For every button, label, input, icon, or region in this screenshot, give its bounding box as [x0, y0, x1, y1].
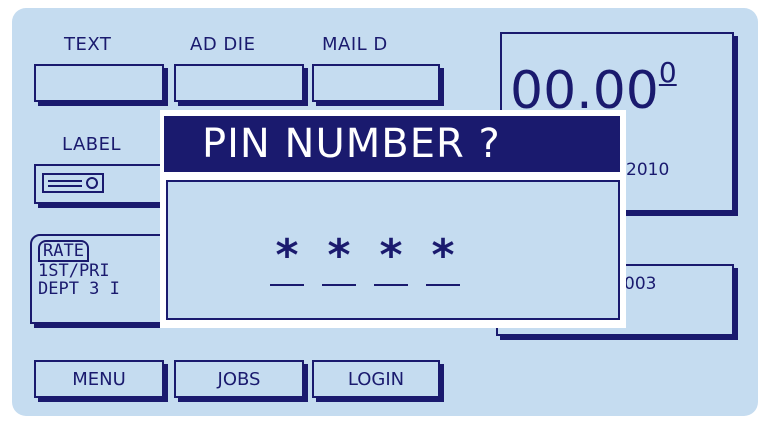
- postage-date: 2010: [626, 160, 670, 180]
- pin-underline: [270, 284, 304, 286]
- menu-button[interactable]: MENU: [34, 360, 164, 398]
- softkey-mail-d-label: MAIL D: [322, 34, 388, 55]
- pin-mask-char: *: [327, 230, 351, 281]
- pin-digits: * * * *: [270, 234, 460, 286]
- rate-tag: RATE: [38, 240, 89, 262]
- softkey-ad-die-label: AD DIE: [190, 34, 256, 55]
- softkey-mail-d-button[interactable]: [312, 64, 440, 102]
- label-tape-icon: [42, 173, 104, 193]
- pin-mask-char: *: [379, 230, 403, 281]
- pin-entry-field[interactable]: * * * *: [166, 180, 620, 320]
- pin-dialog: PIN NUMBER ? * * * *: [160, 110, 626, 328]
- pin-digit: *: [374, 234, 408, 286]
- account-number: 003: [624, 274, 657, 294]
- pin-underline: [374, 284, 408, 286]
- pin-digit: *: [426, 234, 460, 286]
- pin-mask-char: *: [275, 230, 299, 281]
- softkey-ad-die-button[interactable]: [174, 64, 304, 102]
- login-button[interactable]: LOGIN: [312, 360, 440, 398]
- rate-panel[interactable]: RATE 1ST/PRI DEPT 3 I: [30, 234, 170, 324]
- pin-digit: *: [322, 234, 356, 286]
- postage-amount-superscript: 0: [658, 56, 677, 89]
- pin-underline: [426, 284, 460, 286]
- pin-mask-char: *: [431, 230, 455, 281]
- jobs-button[interactable]: JOBS: [174, 360, 304, 398]
- rate-line-2: DEPT 3 I: [38, 279, 120, 299]
- softkey-text-button[interactable]: [34, 64, 164, 102]
- pin-underline: [322, 284, 356, 286]
- label-key-button[interactable]: [34, 164, 164, 204]
- rate-line-1: 1ST/PRI: [38, 261, 110, 281]
- pin-digit: *: [270, 234, 304, 286]
- softkey-text-label: TEXT: [64, 34, 112, 55]
- label-key-label: LABEL: [62, 134, 122, 155]
- pin-dialog-title: PIN NUMBER ?: [164, 116, 620, 172]
